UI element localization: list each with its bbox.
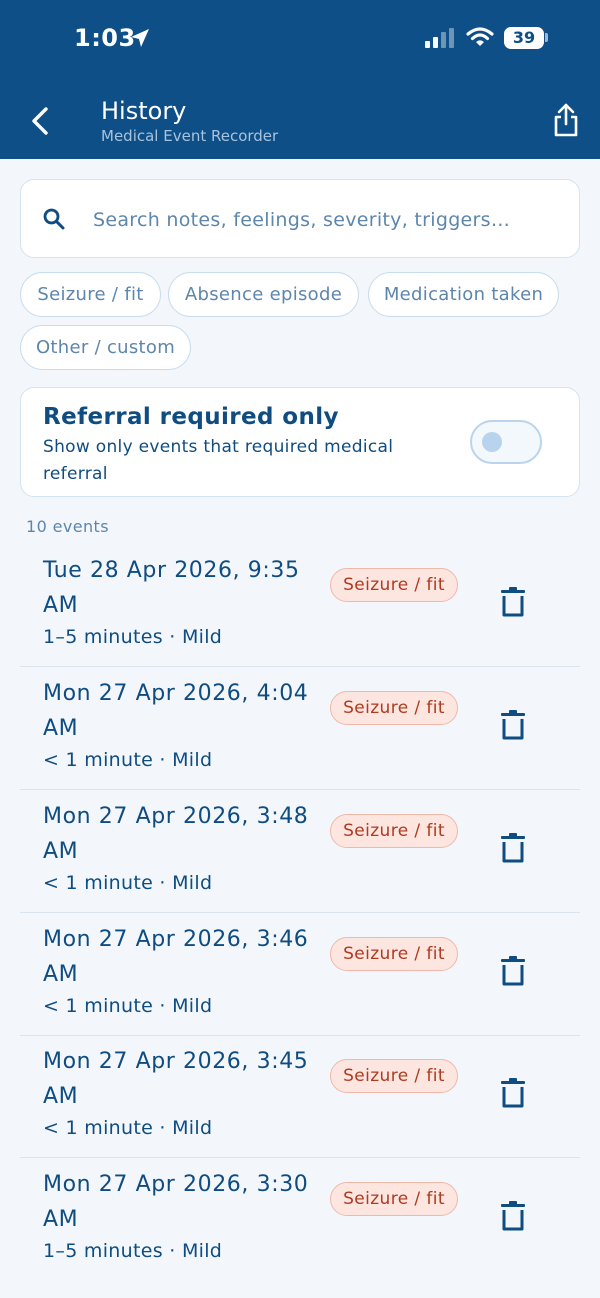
cellular-signal-icon	[425, 28, 454, 48]
event-meta: < 1 minute · Mild	[43, 995, 213, 1017]
filter-chip-absence[interactable]: Absence episode	[168, 272, 359, 317]
event-type-badge: Seizure / fit	[330, 691, 458, 725]
trash-icon[interactable]	[499, 587, 527, 617]
event-type-badge: Seizure / fit	[330, 937, 458, 971]
filter-chip-medication[interactable]: Medication taken	[368, 272, 559, 317]
referral-title: Referral required only	[43, 404, 339, 430]
event-row[interactable]: Tue 28 Apr 2026, 9:35 AM Seizure / fit 1…	[20, 544, 580, 667]
trash-icon[interactable]	[499, 956, 527, 986]
status-time: 1:03	[74, 24, 136, 52]
event-row[interactable]: Mon 27 Apr 2026, 4:04 AM Seizure / fit <…	[20, 667, 580, 790]
event-row[interactable]: Mon 27 Apr 2026, 3:45 AM Seizure / fit <…	[20, 1035, 580, 1158]
search-icon	[43, 208, 65, 230]
event-meta: < 1 minute · Mild	[43, 872, 213, 894]
search-input[interactable]: Search notes, feelings, severity, trigge…	[20, 179, 580, 258]
event-row[interactable]: Mon 27 Apr 2026, 3:48 AM Seizure / fit <…	[20, 790, 580, 913]
top-app-bar: 1:03 39 History Medical Event Recorder	[0, 0, 600, 159]
battery-nub	[545, 33, 548, 42]
event-date: Mon 27 Apr 2026, 3:46 AM	[43, 927, 309, 987]
event-date: Mon 27 Apr 2026, 3:30 AM	[43, 1172, 309, 1232]
wifi-icon	[466, 27, 494, 46]
event-row[interactable]: Mon 27 Apr 2026, 3:30 AM Seizure / fit 1…	[20, 1158, 580, 1281]
event-date: Mon 27 Apr 2026, 4:04 AM	[43, 681, 309, 741]
battery-icon: 39	[504, 27, 544, 49]
page-title: History	[101, 97, 187, 125]
trash-icon[interactable]	[499, 1078, 527, 1108]
event-meta: 1–5 minutes · Mild	[43, 1240, 223, 1262]
event-date: Mon 27 Apr 2026, 3:45 AM	[43, 1049, 309, 1109]
trash-icon[interactable]	[499, 833, 527, 863]
search-placeholder: Search notes, feelings, severity, trigge…	[93, 209, 511, 231]
event-type-badge: Seizure / fit	[330, 1059, 458, 1093]
share-icon[interactable]	[551, 102, 581, 138]
trash-icon[interactable]	[499, 1201, 527, 1231]
filter-chip-other[interactable]: Other / custom	[20, 325, 191, 370]
event-date: Tue 28 Apr 2026, 9:35 AM	[43, 558, 300, 618]
battery-level: 39	[512, 28, 536, 47]
event-meta: < 1 minute · Mild	[43, 749, 213, 771]
referral-description: Show only events that required medical r…	[43, 437, 394, 484]
event-type-badge: Seizure / fit	[330, 568, 458, 602]
chevron-left-icon[interactable]	[26, 104, 56, 138]
referral-filter-card: Referral required only Show only events …	[20, 387, 580, 497]
event-type-badge: Seizure / fit	[330, 814, 458, 848]
event-meta: < 1 minute · Mild	[43, 1117, 213, 1139]
referral-toggle[interactable]	[470, 420, 542, 464]
event-type-badge: Seizure / fit	[330, 1182, 458, 1216]
event-meta: 1–5 minutes · Mild	[43, 626, 223, 648]
toggle-knob	[482, 432, 502, 452]
filter-chip-seizure[interactable]: Seizure / fit	[20, 272, 161, 317]
event-count: 10 events	[26, 517, 109, 536]
event-row[interactable]: Mon 27 Apr 2026, 3:46 AM Seizure / fit <…	[20, 913, 580, 1036]
event-date: Mon 27 Apr 2026, 3:48 AM	[43, 804, 309, 864]
page-subtitle: Medical Event Recorder	[101, 127, 279, 145]
location-arrow-icon	[131, 29, 149, 47]
trash-icon[interactable]	[499, 710, 527, 740]
